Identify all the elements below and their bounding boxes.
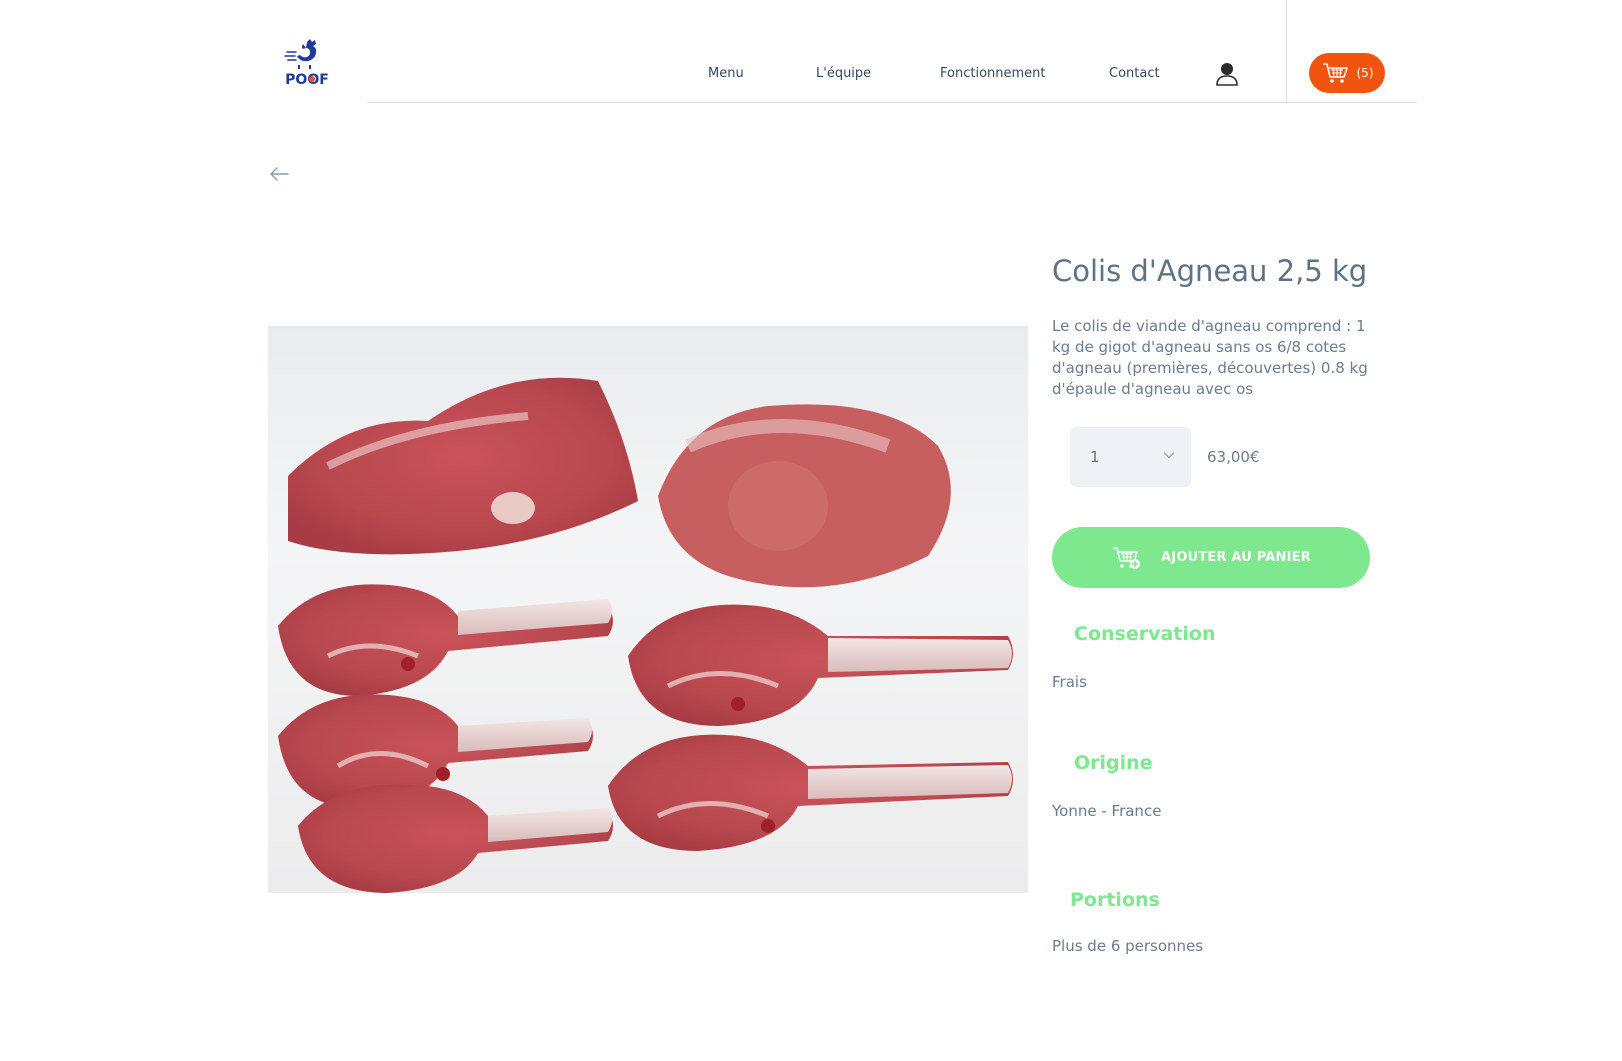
cart-count-badge: (5) (1356, 66, 1374, 80)
nav-contact-link[interactable]: Contact (1109, 66, 1160, 81)
product-title: Colis d'Agneau 2,5 kg (1052, 254, 1368, 288)
logo-text: POOF (285, 72, 329, 88)
nav-equipe-link[interactable]: L'équipe (816, 66, 871, 81)
header-divider (367, 102, 1417, 103)
chevron-down-icon (1163, 451, 1175, 459)
cart-button[interactable]: (5) (1309, 53, 1385, 93)
header-vertical-divider (1286, 0, 1287, 102)
cart-icon (1322, 63, 1348, 83)
origine-heading: Origine (1074, 752, 1153, 774)
product-price: 63,00€ (1207, 448, 1260, 466)
portions-value: Plus de 6 personnes (1052, 937, 1204, 955)
rooster-logo-icon: POOF (284, 39, 329, 88)
quantity-select[interactable]: 1 (1070, 427, 1191, 487)
conservation-heading: Conservation (1074, 623, 1216, 645)
add-to-cart-button[interactable]: AJOUTER AU PANIER (1052, 527, 1370, 588)
conservation-value: Frais (1052, 673, 1087, 691)
lamb-meat-image (278, 377, 1013, 893)
origine-value: Yonne - France (1052, 802, 1162, 820)
site-logo[interactable]: POOF (279, 38, 335, 88)
add-to-cart-label: AJOUTER AU PANIER (1161, 550, 1311, 565)
portions-heading: Portions (1070, 889, 1160, 911)
cart-plus-icon (1113, 546, 1141, 569)
user-icon[interactable] (1214, 61, 1240, 87)
product-description: Le colis de viande d'agneau comprend : 1… (1052, 317, 1368, 398)
back-button[interactable] (268, 165, 290, 183)
product-image (268, 326, 1028, 893)
arrow-left-icon (270, 167, 289, 181)
nav-menu-link[interactable]: Menu (708, 66, 744, 81)
quantity-value: 1 (1090, 448, 1100, 466)
nav-fonctionnement-link[interactable]: Fonctionnement (940, 66, 1046, 81)
